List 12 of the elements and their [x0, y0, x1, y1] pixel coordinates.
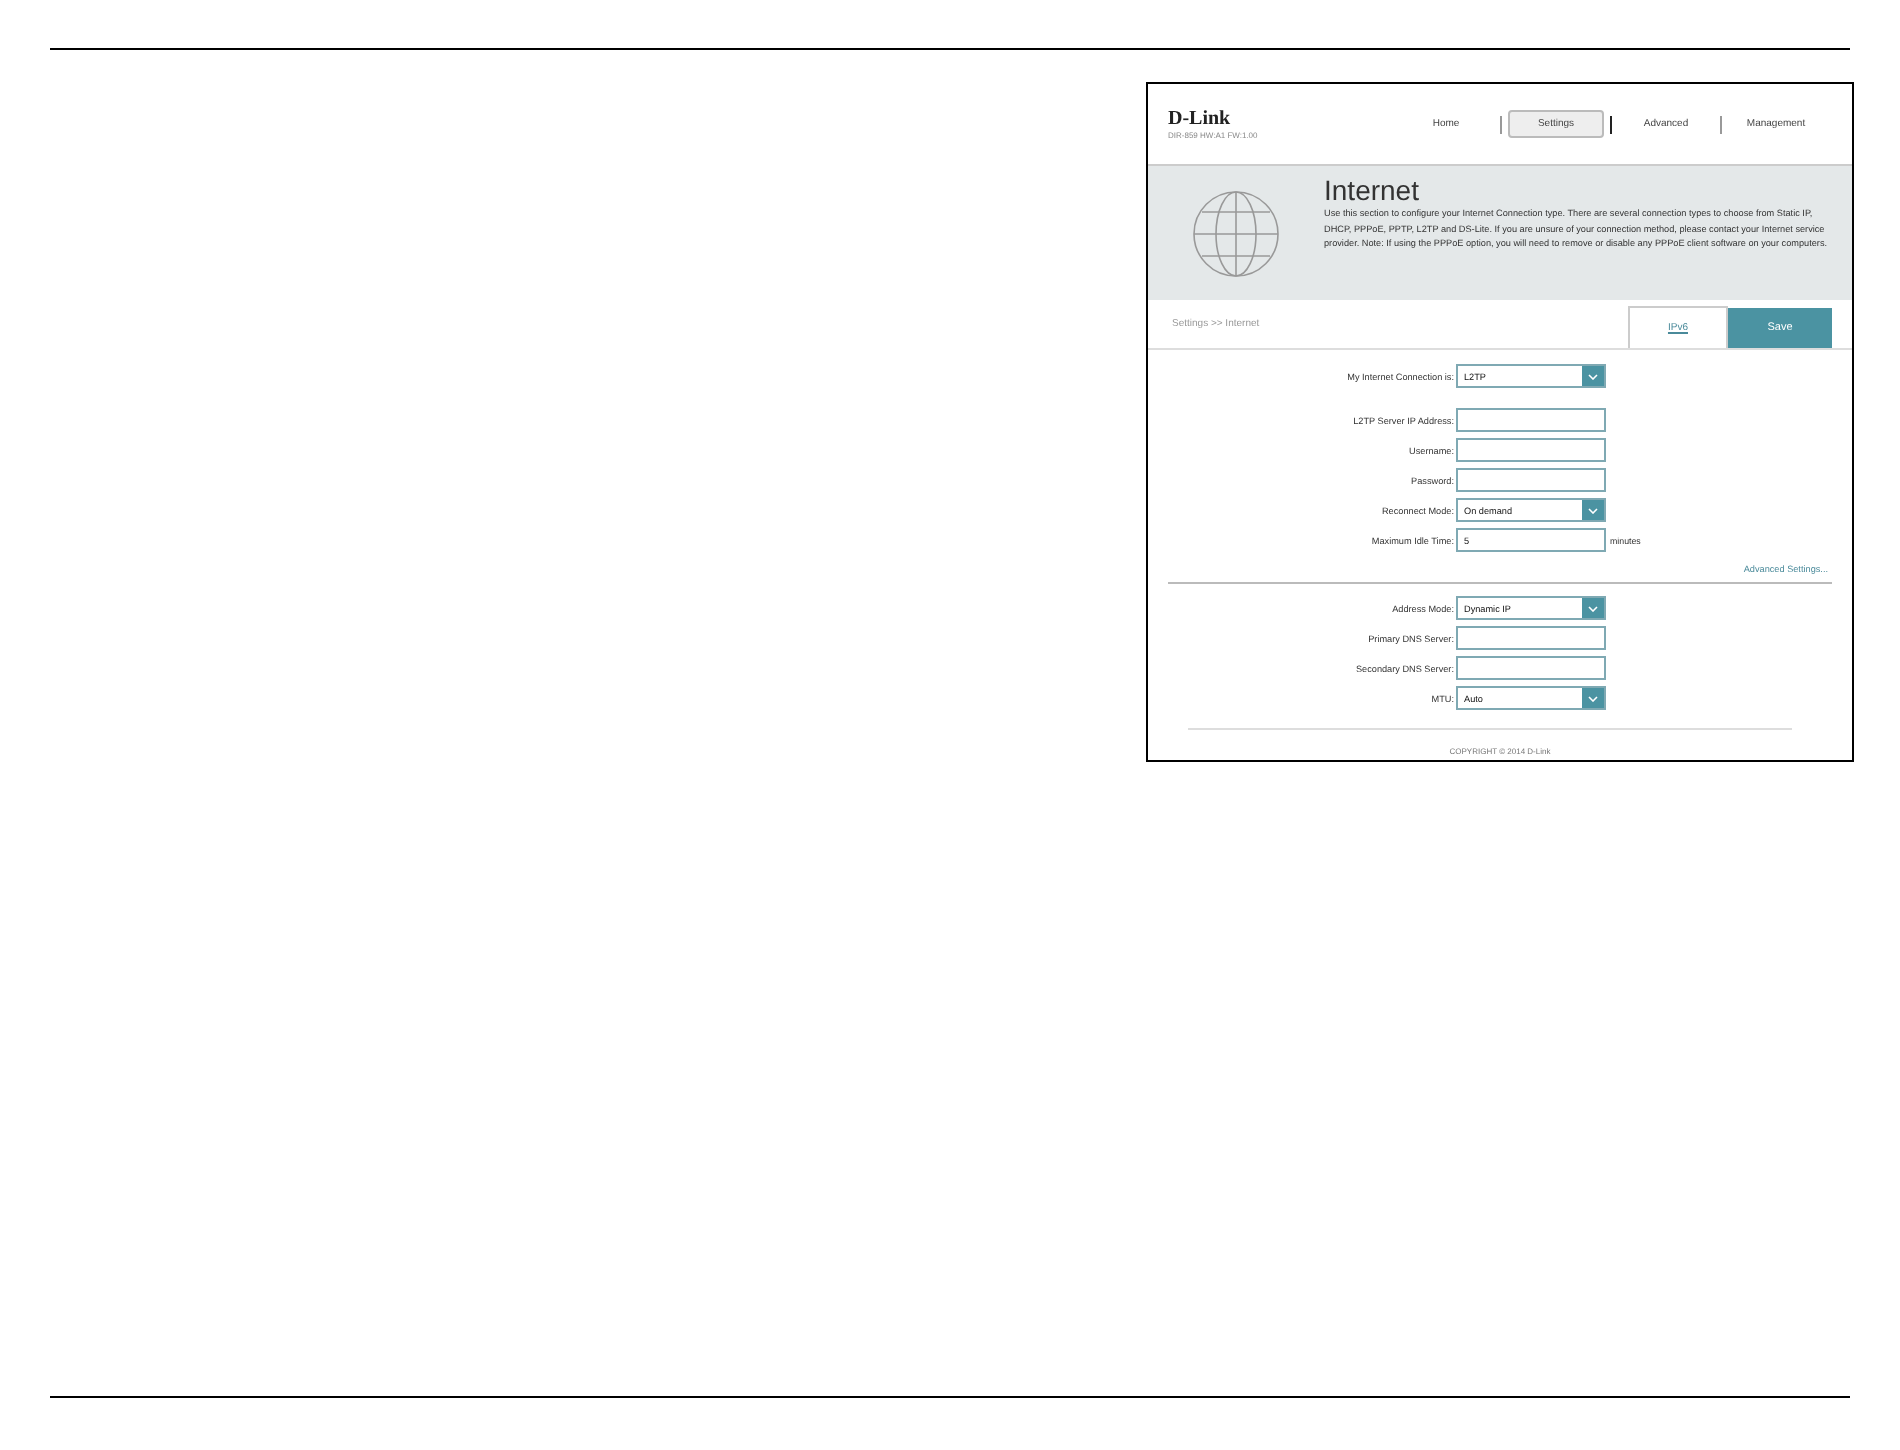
chevron-icon [1582, 598, 1604, 618]
input-field[interactable] [1456, 626, 1606, 650]
chevron-icon [1582, 500, 1604, 520]
chevron-icon [1582, 688, 1604, 708]
input-field[interactable] [1456, 408, 1606, 432]
input-field[interactable] [1456, 438, 1606, 462]
input-field[interactable] [1456, 656, 1606, 680]
input-field[interactable] [1456, 468, 1606, 492]
page-title: Internet [1324, 174, 1421, 206]
globe-icon [1192, 189, 1280, 277]
brand-logo: D-Link [1168, 109, 1233, 129]
chevron-icon [1582, 366, 1604, 386]
